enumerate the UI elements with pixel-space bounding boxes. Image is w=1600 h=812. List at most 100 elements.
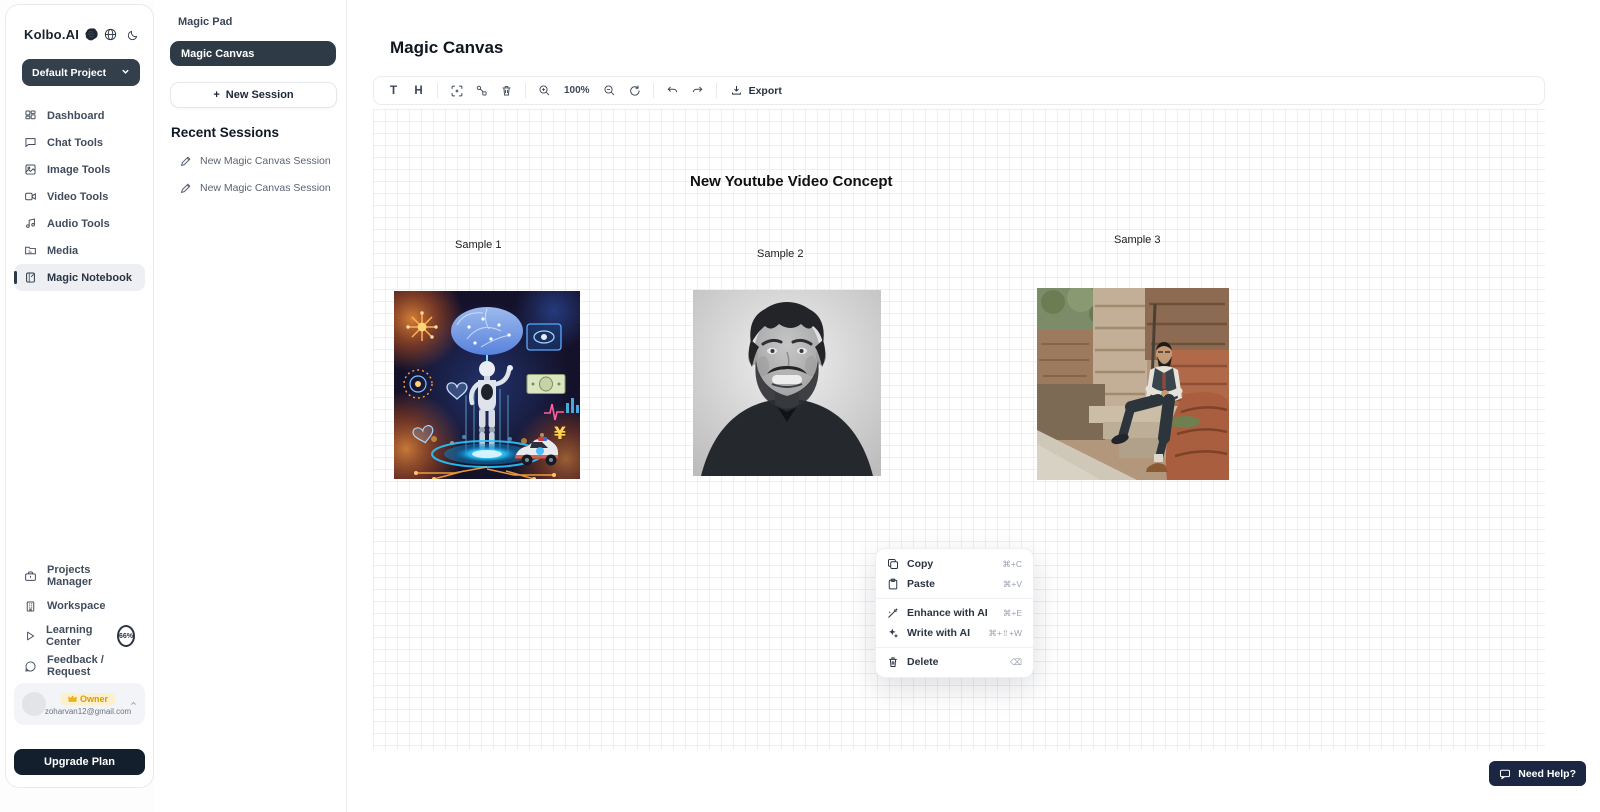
sidebar-item-label: Video Tools — [47, 191, 108, 203]
sidebar-item-label: Chat Tools — [47, 137, 103, 149]
pencil-icon — [180, 183, 191, 194]
delete-tool-button[interactable] — [495, 80, 518, 101]
sidebar-item-label: Projects Manager — [47, 564, 135, 588]
new-session-button[interactable]: + New Session — [170, 82, 337, 108]
context-menu-label: Delete — [907, 656, 939, 668]
user-card[interactable]: Owner zoharvan12@gmail.com — [14, 683, 145, 725]
context-menu-shortcut: ⌘+⇧+W — [988, 628, 1022, 639]
canvas-image-ruins[interactable] — [1037, 288, 1229, 480]
context-menu-item-enhance-with-ai[interactable]: Enhance with AI ⌘+E — [876, 603, 1033, 623]
context-menu-divider — [876, 647, 1033, 648]
zoom-in-icon — [538, 84, 551, 97]
canvas-heading-text[interactable]: New Youtube Video Concept — [690, 173, 893, 190]
toolbar-divider — [437, 83, 438, 98]
context-menu-item-write-with-ai[interactable]: Write with AI ⌘+⇧+W — [876, 623, 1033, 643]
sidebar-item-label: Feedback / Request — [47, 654, 135, 678]
export-button[interactable]: Export — [724, 84, 788, 97]
sidebar-item-video-tools[interactable]: Video Tools — [14, 183, 145, 210]
canvas-image-portrait[interactable] — [693, 290, 881, 476]
sessions-panel: Magic Pad Magic Canvas + New Session Rec… — [155, 0, 347, 812]
reset-rotation-button[interactable] — [623, 80, 646, 101]
project-selector-label: Default Project — [32, 67, 106, 79]
sidebar-nav: Dashboard Chat Tools Image Tools Video T… — [14, 102, 145, 291]
canvas-grid[interactable]: New Youtube Video Concept Sample 1 Sampl… — [373, 109, 1545, 750]
redo-icon — [691, 84, 704, 97]
brain-logo-icon — [84, 27, 99, 42]
context-menu-shortcut: ⌫ — [1010, 657, 1022, 668]
heading-tool-button[interactable]: H — [407, 80, 430, 101]
sidebar-item-label: Image Tools — [47, 164, 110, 176]
new-session-label: New Session — [226, 89, 294, 101]
text-tool-glyph: T — [390, 85, 397, 97]
context-menu-divider — [876, 598, 1033, 599]
language-globe-icon[interactable] — [104, 28, 117, 41]
sample-3-label[interactable]: Sample 3 — [1114, 234, 1160, 246]
plus-icon: + — [213, 89, 219, 101]
text-tool-button[interactable]: T — [382, 80, 405, 101]
session-item[interactable]: New Magic Canvas Session — [180, 182, 346, 194]
briefcase-icon — [24, 570, 37, 583]
tab-magic-pad[interactable]: Magic Pad — [178, 16, 346, 28]
sidebar-item-label: Audio Tools — [47, 218, 110, 230]
sidebar-item-audio-tools[interactable]: Audio Tools — [14, 210, 145, 237]
sidebar-item-magic-notebook[interactable]: Magic Notebook — [14, 264, 145, 291]
context-menu-shortcut: ⌘+E — [1003, 608, 1022, 619]
zoom-in-button[interactable] — [533, 80, 556, 101]
session-item-label: New Magic Canvas Session — [200, 155, 331, 167]
user-chevron-icon — [130, 700, 137, 709]
connector-icon — [475, 84, 488, 97]
toolbar-divider — [653, 83, 654, 98]
need-help-button[interactable]: Need Help? — [1489, 761, 1586, 786]
logo-row: Kolbo.AI — [24, 27, 139, 42]
sample-1-label[interactable]: Sample 1 — [455, 239, 501, 251]
dark-mode-moon-icon[interactable] — [127, 29, 139, 41]
video-icon — [24, 190, 37, 203]
context-menu-item-paste[interactable]: Paste ⌘+V — [876, 574, 1033, 594]
toolbar-divider — [716, 83, 717, 98]
context-menu-label: Copy — [907, 558, 933, 570]
session-item[interactable]: New Magic Canvas Session — [180, 155, 346, 167]
user-meta: Owner zoharvan12@gmail.com — [53, 693, 123, 716]
recent-sessions-title: Recent Sessions — [171, 125, 346, 140]
active-accent-bar — [14, 271, 17, 284]
media-icon — [24, 244, 37, 257]
upgrade-plan-button[interactable]: Upgrade Plan — [14, 749, 145, 775]
context-menu-item-copy[interactable]: Copy ⌘+C — [876, 554, 1033, 574]
context-menu-label: Write with AI — [907, 627, 970, 639]
play-icon — [24, 630, 36, 642]
sidebar-item-dashboard[interactable]: Dashboard — [14, 102, 145, 129]
pencil-icon — [180, 156, 191, 167]
building-icon — [24, 600, 37, 613]
sidebar-item-media[interactable]: Media — [14, 237, 145, 264]
learning-progress-badge: 66% — [117, 625, 135, 647]
sidebar-item-feedback-request[interactable]: Feedback / Request — [14, 651, 145, 681]
sidebar-item-workspace[interactable]: Workspace — [14, 591, 145, 621]
connector-tool-button[interactable] — [470, 80, 493, 101]
audio-icon — [24, 217, 37, 230]
sidebar-item-projects-manager[interactable]: Projects Manager — [14, 561, 145, 591]
canvas-image-ai-collage[interactable]: ¥ — [394, 291, 580, 479]
redo-button[interactable] — [686, 80, 709, 101]
sidebar-item-chat-tools[interactable]: Chat Tools — [14, 129, 145, 156]
canvas-toolbar: T H 100% — [373, 76, 1545, 105]
context-menu-shortcut: ⌘+V — [1003, 579, 1022, 590]
logo-icons — [104, 28, 139, 41]
undo-button[interactable] — [661, 80, 684, 101]
project-selector[interactable]: Default Project — [22, 59, 140, 86]
sidebar-item-image-tools[interactable]: Image Tools — [14, 156, 145, 183]
user-email: zoharvan12@gmail.com — [45, 707, 131, 716]
sidebar-item-label: Learning Center — [46, 624, 105, 648]
ai-select-tool-button[interactable] — [445, 80, 468, 101]
sample-2-label[interactable]: Sample 2 — [757, 248, 803, 260]
image-icon — [24, 163, 37, 176]
avatar — [22, 692, 46, 716]
copy-icon — [887, 558, 899, 570]
context-menu: Copy ⌘+C Paste ⌘+V Enhance with AI ⌘+E W… — [875, 548, 1034, 678]
context-menu-label: Enhance with AI — [907, 607, 988, 619]
owner-badge-label: Owner — [80, 694, 108, 704]
app-logo: Kolbo.AI — [24, 27, 79, 42]
tab-magic-canvas[interactable]: Magic Canvas — [170, 41, 336, 66]
zoom-out-button[interactable] — [598, 80, 621, 101]
sidebar-item-learning-center[interactable]: Learning Center 66% — [14, 621, 145, 651]
context-menu-item-delete[interactable]: Delete ⌫ — [876, 652, 1033, 672]
